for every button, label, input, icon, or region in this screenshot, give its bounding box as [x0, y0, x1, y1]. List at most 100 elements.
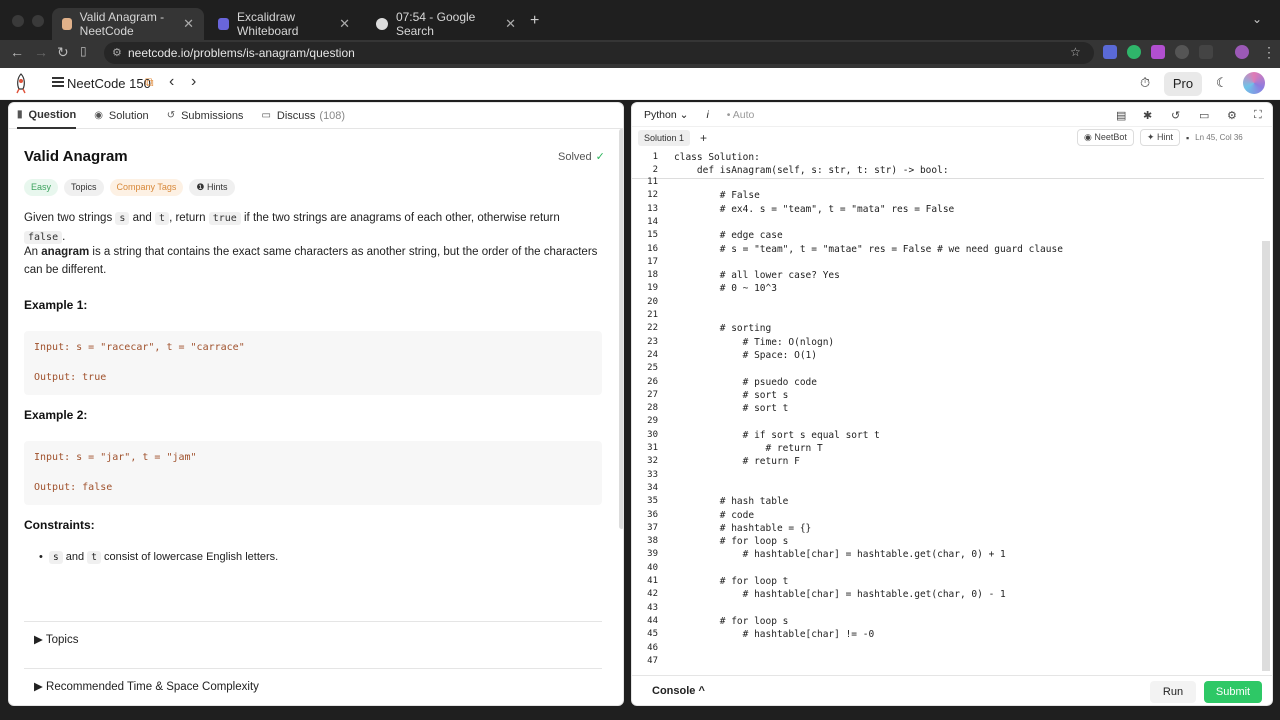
code-text: # hash table — [674, 496, 789, 508]
tab-submissions[interactable]: ↺ Submissions — [167, 103, 244, 129]
menu-kebab-icon[interactable]: ⋮ — [1262, 44, 1276, 61]
close-tab-icon[interactable]: ✕ — [183, 16, 194, 32]
timer-icon[interactable]: ⏱ — [1140, 75, 1150, 91]
code-line: 26 # psuedo code — [632, 377, 1262, 390]
reset-icon[interactable]: ↺ — [1171, 109, 1180, 122]
new-tab-icon[interactable]: + — [530, 12, 539, 30]
notes-icon[interactable]: ▤ — [1116, 109, 1126, 122]
browser-tab-title: Valid Anagram - NeetCode — [79, 10, 165, 38]
previous-problem-chevron-icon[interactable]: ‹ — [169, 73, 174, 91]
line-number: 32 — [647, 456, 658, 467]
line-number: 42 — [647, 589, 658, 600]
question-panel: ▮ Question ◉ Solution ↺ Submissions ▭ Discus… — [8, 102, 624, 706]
add-solution-icon[interactable]: + — [700, 131, 707, 145]
company-tags-badge[interactable]: Company Tags — [109, 179, 184, 196]
accordion-topics[interactable]: ▶ Topics — [24, 621, 602, 657]
anagram-definition: An anagram is a string that contains the… — [24, 243, 604, 279]
editor-scrollbar[interactable] — [1262, 241, 1270, 671]
problem-list-title[interactable]: NeetCode 150 — [67, 76, 151, 91]
code-line: 25 — [632, 363, 1262, 376]
line-number: 37 — [647, 522, 658, 533]
close-tab-icon[interactable]: ✕ — [339, 16, 350, 32]
fullscreen-icon[interactable]: ⛶ — [1254, 109, 1262, 122]
code-text: def isAnagram(self, s: str, t: str) -> b… — [674, 165, 949, 176]
code-text: # Space: O(1) — [674, 349, 817, 361]
code-text: # sorting — [674, 323, 772, 335]
chat-icon: ▭ — [261, 110, 271, 121]
bullet: • — [39, 551, 49, 563]
code-text: # ex4. s = "team", t = "mata" res = Fals… — [674, 203, 955, 215]
run-button[interactable]: Run — [1150, 681, 1196, 703]
accordion-label: Topics — [45, 634, 79, 646]
browser-tab-excalidraw[interactable]: Excalidraw Whiteboard ✕ — [208, 8, 360, 40]
code-line: 36 # code — [632, 510, 1262, 523]
language-select[interactable]: Python ⌄ — [644, 109, 688, 121]
inline-code: true — [208, 212, 241, 225]
tab-solution[interactable]: ◉ Solution — [94, 103, 149, 129]
neetcode-rocket-logo-icon[interactable] — [12, 73, 30, 95]
console-toggle[interactable]: Console ^ — [652, 685, 705, 697]
tab-search-chevron-icon[interactable]: ⌄ — [1252, 12, 1262, 26]
extensions-puzzle-icon[interactable] — [1199, 45, 1213, 59]
line-number: 24 — [647, 349, 658, 360]
auto-mode[interactable]: • Auto — [727, 109, 755, 121]
bookmark-star-icon[interactable]: ☆ — [1070, 45, 1081, 59]
hint-button[interactable]: ✦ Hint — [1139, 129, 1180, 146]
line-number: 15 — [647, 230, 658, 241]
layout-icon[interactable]: ▭ — [1199, 109, 1209, 122]
line-number: 33 — [647, 469, 658, 480]
avatar[interactable] — [1243, 72, 1265, 94]
code-line: 44 # for loop s — [632, 616, 1262, 629]
extension-icon[interactable] — [1103, 45, 1117, 59]
browser-tab-google[interactable]: 07:54 - Google Search ✕ — [366, 8, 526, 40]
next-problem-chevron-icon[interactable]: › — [191, 73, 196, 91]
tab-solution-1[interactable]: Solution 1 — [638, 130, 691, 146]
code-editor[interactable]: 1 class Solution: 2 def isAnagram(self, … — [632, 151, 1272, 671]
code-line: 28 # sort t — [632, 403, 1262, 416]
tab-label: Question — [28, 108, 77, 121]
tab-discuss[interactable]: ▭ Discuss (108) — [261, 103, 345, 129]
browser-tab-neetcode[interactable]: Valid Anagram - NeetCode ✕ — [52, 8, 204, 40]
extension-icon[interactable] — [1127, 45, 1141, 59]
code-line: 45 # hashtable[char] != -0 — [632, 629, 1262, 642]
neetbot-label: NeetBot — [1094, 132, 1127, 142]
close-tab-icon[interactable]: ✕ — [505, 16, 516, 32]
external-link-icon[interactable]: ⧉ — [145, 75, 154, 90]
extension-icon[interactable] — [1151, 45, 1165, 59]
debug-bug-icon[interactable]: ✱ — [1143, 109, 1152, 122]
accordion-complexity[interactable]: ▶ Recommended Time & Space Complexity — [24, 668, 602, 704]
reload-icon[interactable]: ↻ — [57, 44, 69, 61]
site-info-icon[interactable]: ⚙ — [112, 42, 122, 64]
topics-badge[interactable]: Topics — [64, 179, 104, 196]
code-text: # if sort s equal sort t — [674, 429, 880, 441]
back-icon[interactable]: ← — [10, 44, 24, 60]
profile-avatar-icon[interactable] — [1235, 45, 1249, 59]
sidebar-icon[interactable]: ▯ — [80, 44, 87, 58]
forward-icon[interactable]: → — [34, 44, 48, 60]
left-scrollbar[interactable] — [619, 129, 623, 529]
line-number: 17 — [647, 256, 658, 267]
code-text: # for loop s — [674, 536, 789, 548]
pro-button[interactable]: Pro — [1164, 72, 1202, 96]
constraints-title: Constraints: — [24, 518, 95, 532]
extension-icon[interactable] — [1175, 45, 1189, 59]
discuss-count: (108) — [319, 109, 346, 122]
example-output: Output: false — [34, 482, 113, 493]
submit-button[interactable]: Submit — [1204, 681, 1262, 703]
hints-badge[interactable]: ❶ Hints — [189, 179, 235, 196]
console-bar: Console ^ Run Submit — [632, 675, 1272, 705]
tab-question[interactable]: ▮ Question — [17, 103, 77, 129]
theme-moon-icon[interactable]: ☾ — [1216, 75, 1228, 91]
code-text: # 0 ~ 10^3 — [674, 283, 777, 295]
line-number: 47 — [647, 655, 658, 666]
neetbot-button[interactable]: ◉ NeetBot — [1077, 129, 1134, 146]
problem-list-icon[interactable] — [52, 77, 64, 87]
url-field[interactable]: ⚙ neetcode.io/problems/is-anagram/questi… — [104, 42, 1094, 64]
browser-tab-title: Excalidraw Whiteboard — [237, 10, 299, 38]
line-number: 26 — [647, 376, 658, 387]
code-line: 17 — [632, 257, 1262, 270]
line-number: 38 — [647, 536, 658, 547]
code-line: 19 # 0 ~ 10^3 — [632, 283, 1262, 296]
info-icon[interactable]: i — [706, 109, 708, 121]
settings-gear-icon[interactable]: ⚙ — [1227, 109, 1237, 122]
